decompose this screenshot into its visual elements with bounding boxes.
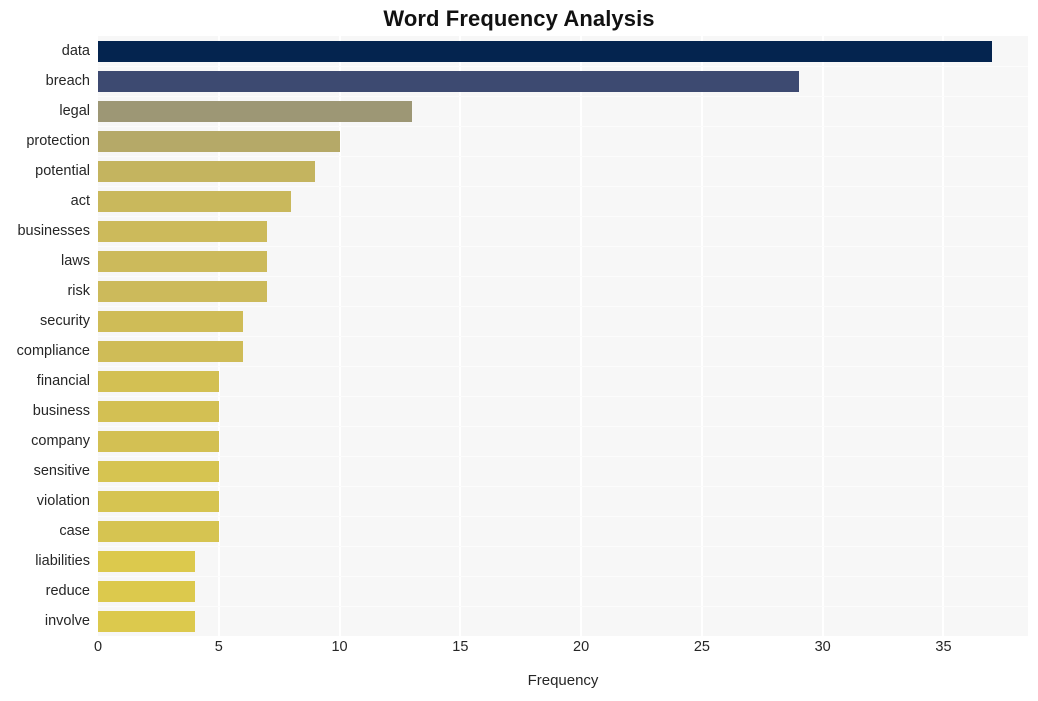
gridline-horizontal (98, 486, 1028, 487)
bar (98, 311, 243, 332)
gridline-horizontal (98, 216, 1028, 217)
y-axis-tick-label: businesses (17, 223, 90, 239)
x-axis-tick-label: 10 (331, 639, 348, 655)
gridline-horizontal (98, 606, 1028, 607)
x-axis-tick-label: 30 (814, 639, 831, 655)
y-axis-tick-label: financial (36, 373, 90, 389)
gridline-horizontal (98, 66, 1028, 67)
gridline-horizontal (98, 426, 1028, 427)
gridline-horizontal (98, 126, 1028, 127)
bar (98, 41, 992, 62)
bar (98, 251, 267, 272)
y-axis-tick-label: laws (60, 253, 90, 269)
gridline-horizontal (98, 546, 1028, 547)
gridline-horizontal (98, 246, 1028, 247)
gridline-horizontal (98, 306, 1028, 307)
bar (98, 431, 219, 452)
y-axis-labels: data breach legal protection potential act bus… (0, 36, 98, 636)
gridline-horizontal (98, 276, 1028, 277)
gridline-horizontal (98, 186, 1028, 187)
y-axis-tick-label: reduce (45, 583, 90, 599)
bar (98, 221, 267, 242)
y-axis-tick-label: security (40, 313, 90, 329)
gridline-horizontal (98, 156, 1028, 157)
plot-area (98, 36, 1028, 636)
y-axis-tick-label: company (31, 433, 90, 449)
y-axis-tick-label: case (59, 523, 90, 539)
x-axis-tick-label: 0 (93, 639, 103, 655)
y-axis-tick-label: violation (36, 493, 90, 509)
x-axis-tick-label: 20 (573, 639, 590, 655)
chart-figure: Word Frequency Analysis data breach legal p… (0, 0, 1038, 701)
bar (98, 71, 799, 92)
bar (98, 161, 315, 182)
y-axis-tick-label: sensitive (33, 463, 90, 479)
y-axis-tick-label: potential (35, 163, 90, 179)
bar (98, 401, 219, 422)
bar (98, 521, 219, 542)
bar (98, 281, 267, 302)
x-axis-tick-label: 15 (452, 639, 469, 655)
gridline-horizontal (98, 456, 1028, 457)
y-axis-tick-label: act (70, 193, 90, 209)
x-axis-tick-label: 25 (693, 639, 710, 655)
x-axis-tick-label: 35 (935, 639, 952, 655)
x-axis-ticks: 0 5 10 15 20 25 30 35 (94, 639, 1028, 661)
y-axis-tick-label: compliance (16, 343, 90, 359)
bar (98, 491, 219, 512)
gridline-horizontal (98, 396, 1028, 397)
bar (98, 131, 340, 152)
y-axis-tick-label: involve (44, 613, 90, 629)
bar (98, 101, 412, 122)
y-axis-tick-label: risk (67, 283, 90, 299)
y-axis-tick-label: data (61, 43, 90, 59)
bar (98, 191, 291, 212)
y-axis-tick-label: breach (45, 73, 90, 89)
bar (98, 611, 195, 632)
bar (98, 551, 195, 572)
y-axis-tick-label: business (32, 403, 90, 419)
y-axis-tick-label: protection (26, 133, 90, 149)
bar (98, 341, 243, 362)
bar (98, 581, 195, 602)
gridline-horizontal (98, 366, 1028, 367)
x-axis-label: Frequency (527, 672, 599, 689)
gridline-horizontal (98, 336, 1028, 337)
x-axis-tick-label: 5 (214, 639, 223, 655)
gridline-horizontal (98, 516, 1028, 517)
gridline-horizontal (98, 576, 1028, 577)
y-axis-tick-label: liabilities (35, 553, 90, 569)
chart-title: Word Frequency Analysis (383, 6, 655, 31)
y-axis-tick-label: legal (59, 103, 90, 119)
bar (98, 371, 219, 392)
gridline-horizontal (98, 96, 1028, 97)
bar (98, 461, 219, 482)
